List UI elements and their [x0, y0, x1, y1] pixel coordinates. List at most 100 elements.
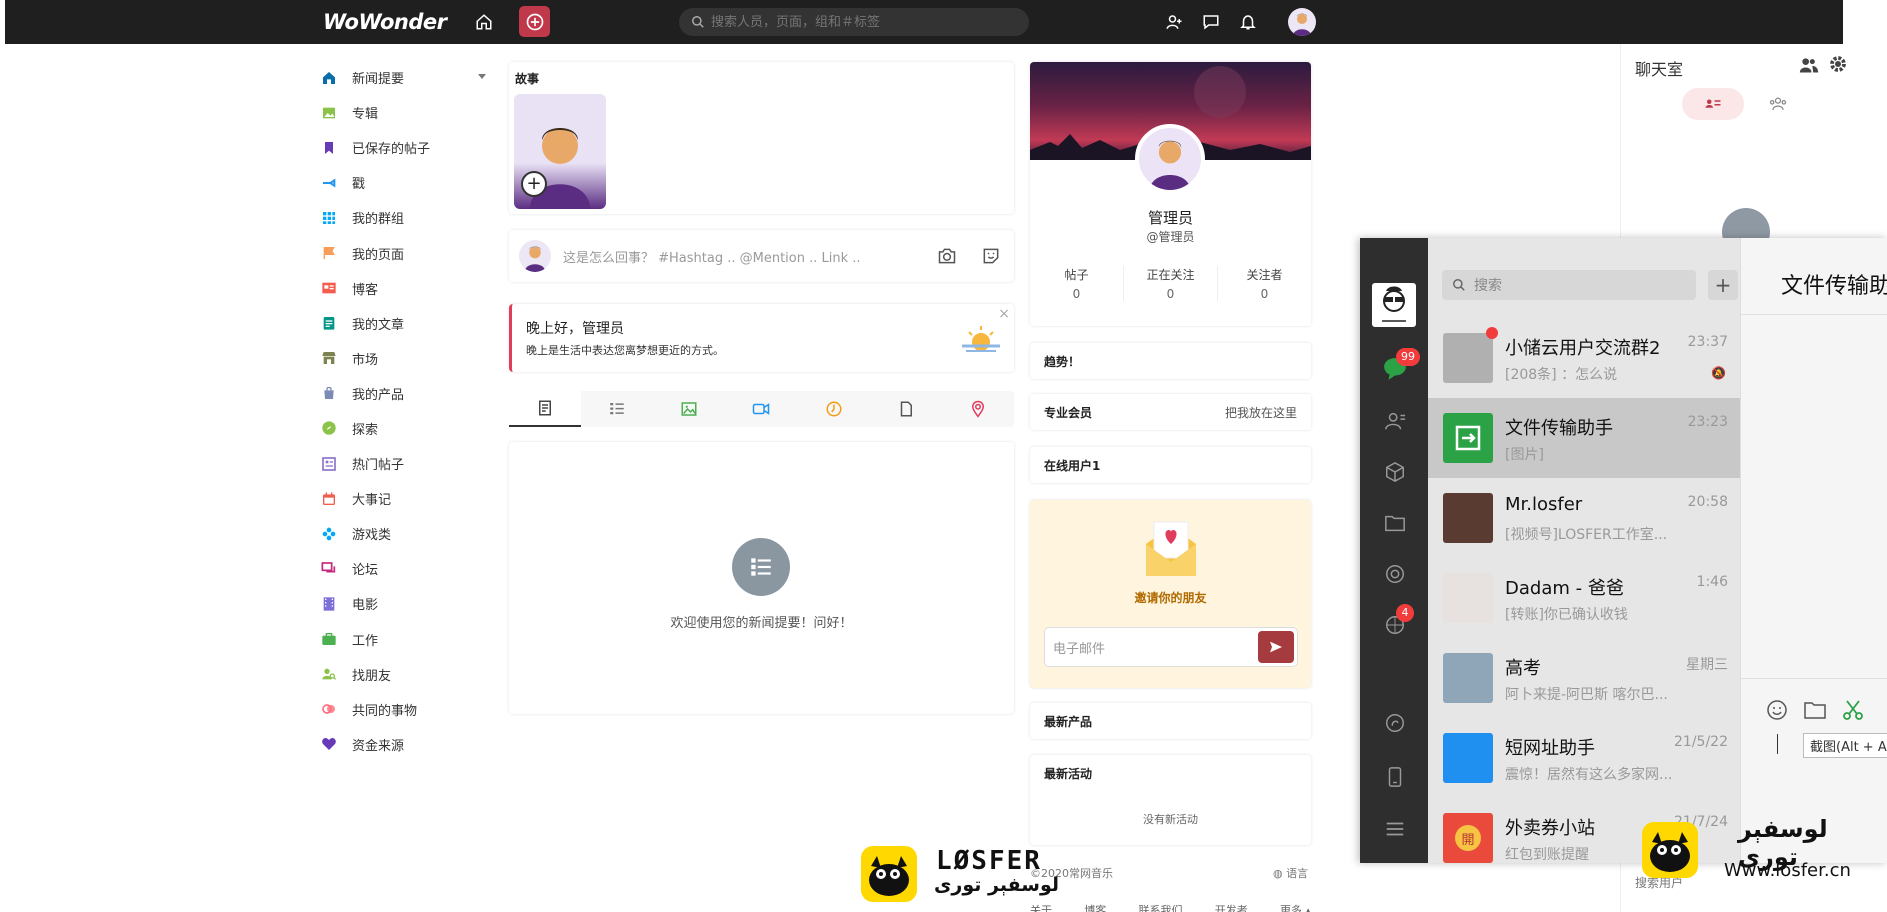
sidebar-item[interactable]: 新闻提要 — [320, 60, 490, 95]
user-avatar[interactable] — [1288, 8, 1316, 36]
close-icon[interactable]: × — [998, 306, 1010, 322]
sidebar-item[interactable]: 博客 — [320, 271, 490, 306]
wechat-channels-icon[interactable]: 4 — [1382, 604, 1414, 638]
conversation-avatar — [1443, 653, 1493, 703]
sidebar-item[interactable]: 游戏类 — [320, 516, 490, 551]
wechat-mini-programs-icon[interactable] — [1382, 710, 1408, 736]
language-label[interactable]: 语言 — [1286, 867, 1308, 880]
sidebar-item[interactable]: 共同的事物 — [320, 692, 490, 727]
sidebar-item[interactable]: 电影 — [320, 586, 490, 621]
online-users-box: 在线用户1 — [1030, 447, 1311, 483]
wechat-conversation[interactable]: Dadam - 爸爸 1:46 [转账]你已确认收钱 — [1428, 558, 1740, 638]
composer-input[interactable]: 这是怎么回事？ #Hashtag .. @Mention .. Link .. — [563, 247, 934, 266]
wechat-conversation[interactable]: 短网址助手 21/5/22 震惊！居然有这么多家网... — [1428, 718, 1740, 798]
post-type-tab[interactable] — [509, 391, 582, 427]
wechat-conversation[interactable]: Mr.losfer 20:58 [视频号]LOSFER工作室... — [1428, 478, 1740, 558]
conversation-preview: [转账]你已确认收钱 — [1505, 607, 1628, 623]
wechat-favorites-icon[interactable] — [1382, 459, 1408, 485]
send-invite-button[interactable] — [1258, 631, 1294, 663]
wechat-menu-icon[interactable] — [1382, 816, 1408, 842]
conversation-time: 21/5/22 — [1674, 734, 1728, 750]
post-composer[interactable]: 这是怎么回事？ #Hashtag .. @Mention .. Link .. — [509, 230, 1014, 282]
footer-link[interactable]: 开发者 — [1215, 902, 1248, 912]
profile-name[interactable]: 管理员 — [1030, 207, 1311, 228]
post-type-tab[interactable] — [581, 391, 653, 427]
wechat-contacts-icon[interactable] — [1382, 408, 1408, 434]
create-group-icon[interactable] — [1799, 56, 1819, 78]
profile-stat-value: 0 — [1166, 287, 1175, 301]
add-story-button[interactable]: + — [521, 171, 547, 197]
footer-link[interactable]: 联系我们 — [1138, 902, 1182, 912]
sidebar-item[interactable]: 工作 — [320, 622, 490, 657]
notifications-icon[interactable] — [1235, 9, 1261, 35]
sidebar-item[interactable]: 我的文章 — [320, 306, 490, 341]
wechat-add-button[interactable]: + — [1708, 270, 1738, 300]
camera-icon[interactable] — [934, 243, 960, 269]
profile-stat[interactable]: 正在关注 0 — [1123, 266, 1217, 301]
site-logo[interactable]: WoWonder — [323, 10, 447, 34]
profile-stat[interactable]: 帖子 0 — [1030, 266, 1123, 301]
global-search[interactable] — [679, 8, 1029, 36]
profile-stat[interactable]: 关注者 0 — [1217, 266, 1311, 301]
sidebar-item-label: 热门帖子 — [352, 458, 405, 474]
footer-link[interactable]: 关于 — [1030, 902, 1052, 912]
post-type-tab[interactable] — [870, 391, 942, 427]
footer-link[interactable]: 博客 — [1084, 902, 1106, 912]
folder-icon[interactable] — [1803, 698, 1827, 726]
add-friend-icon[interactable] — [1161, 9, 1187, 35]
tab-users[interactable] — [1682, 88, 1744, 120]
post-type-tab[interactable] — [942, 391, 1014, 427]
search-input[interactable] — [711, 14, 1011, 30]
profile-stat-label: 关注者 — [1246, 268, 1283, 282]
sidebar-item[interactable]: 找朋友 — [320, 657, 490, 692]
chat-title: 聊天室 — [1635, 60, 1684, 79]
settings-icon[interactable] — [1829, 55, 1847, 77]
wechat-conversation[interactable]: 小储云用户交流群2 23:37 [208条] ：怎么说 🔕 — [1428, 318, 1740, 398]
sidebar-item[interactable]: 我的产品 — [320, 376, 490, 411]
wechat-search-input[interactable]: 搜索 — [1442, 270, 1696, 300]
wechat-profile-avatar[interactable] — [1372, 283, 1416, 327]
sidebar-item[interactable]: 我的页面 — [320, 235, 490, 270]
wechat-moments-icon[interactable] — [1382, 561, 1408, 587]
post-type-tab[interactable] — [653, 391, 725, 427]
sidebar-item[interactable]: 大事记 — [320, 481, 490, 516]
wechat-files-icon[interactable] — [1382, 510, 1408, 536]
conversation-name: Dadam - 爸爸 — [1505, 578, 1624, 599]
find-friends-icon — [320, 665, 338, 683]
wechat-phone-icon[interactable] — [1382, 764, 1408, 790]
messages-icon[interactable] — [1198, 9, 1224, 35]
post-type-tab[interactable] — [725, 391, 797, 427]
sidebar-item[interactable]: 资金来源 — [320, 727, 490, 762]
sidebar-item[interactable]: 市场 — [320, 341, 490, 376]
sidebar-item[interactable]: 探索 — [320, 411, 490, 446]
emoji-icon[interactable] — [1765, 698, 1789, 726]
my-story[interactable]: + — [514, 94, 606, 209]
wechat-conversation[interactable]: 高考 星期三 阿卜来提-阿巴斯 喀尔巴... — [1428, 638, 1740, 718]
sticker-icon[interactable] — [978, 243, 1004, 269]
sidebar-item[interactable]: 已保存的帖子 — [320, 130, 490, 165]
create-button[interactable] — [519, 6, 550, 37]
greeting-subtitle: 晚上是生活中表达您离梦想更近的方式。 — [526, 344, 724, 357]
conversation-preview: 阿卜来提-阿巴斯 喀尔巴... — [1505, 687, 1668, 703]
profile-avatar[interactable] — [1135, 124, 1205, 194]
pro-member-action[interactable]: 把我放在这里 — [1225, 404, 1297, 421]
footer-links: 关于 博客 联系我们 开发者 更多 ▴ — [1030, 902, 1311, 912]
sidebar-item[interactable]: 戳 — [320, 165, 490, 200]
chevron-down-icon[interactable] — [478, 74, 486, 79]
conversation-time: 23:37 — [1687, 334, 1728, 350]
language-selector[interactable]: ◍ 语言 — [1273, 865, 1308, 881]
home-icon[interactable] — [471, 9, 497, 35]
scissors-icon[interactable] — [1841, 698, 1865, 726]
post-type-tab[interactable] — [798, 391, 870, 427]
sidebar-item[interactable]: 我的群组 — [320, 200, 490, 235]
invite-email-input[interactable]: 电子邮件 — [1053, 638, 1258, 657]
wechat-conversation[interactable]: 文件传输助手 23:23 [图片] — [1428, 398, 1740, 478]
sidebar-item[interactable]: 论坛 — [320, 551, 490, 586]
greeting-card: 晚上好，管理员 晚上是生活中表达您离梦想更近的方式。 × — [509, 304, 1014, 372]
sidebar-item[interactable]: 专辑 — [320, 95, 490, 130]
wechat-chats-icon[interactable]: 99 — [1382, 348, 1420, 382]
footer-link[interactable]: 更多 ▴ — [1280, 902, 1311, 912]
tab-groups[interactable] — [1768, 96, 1788, 116]
location-post-icon — [971, 400, 984, 418]
sidebar-item[interactable]: 热门帖子 — [320, 446, 490, 481]
